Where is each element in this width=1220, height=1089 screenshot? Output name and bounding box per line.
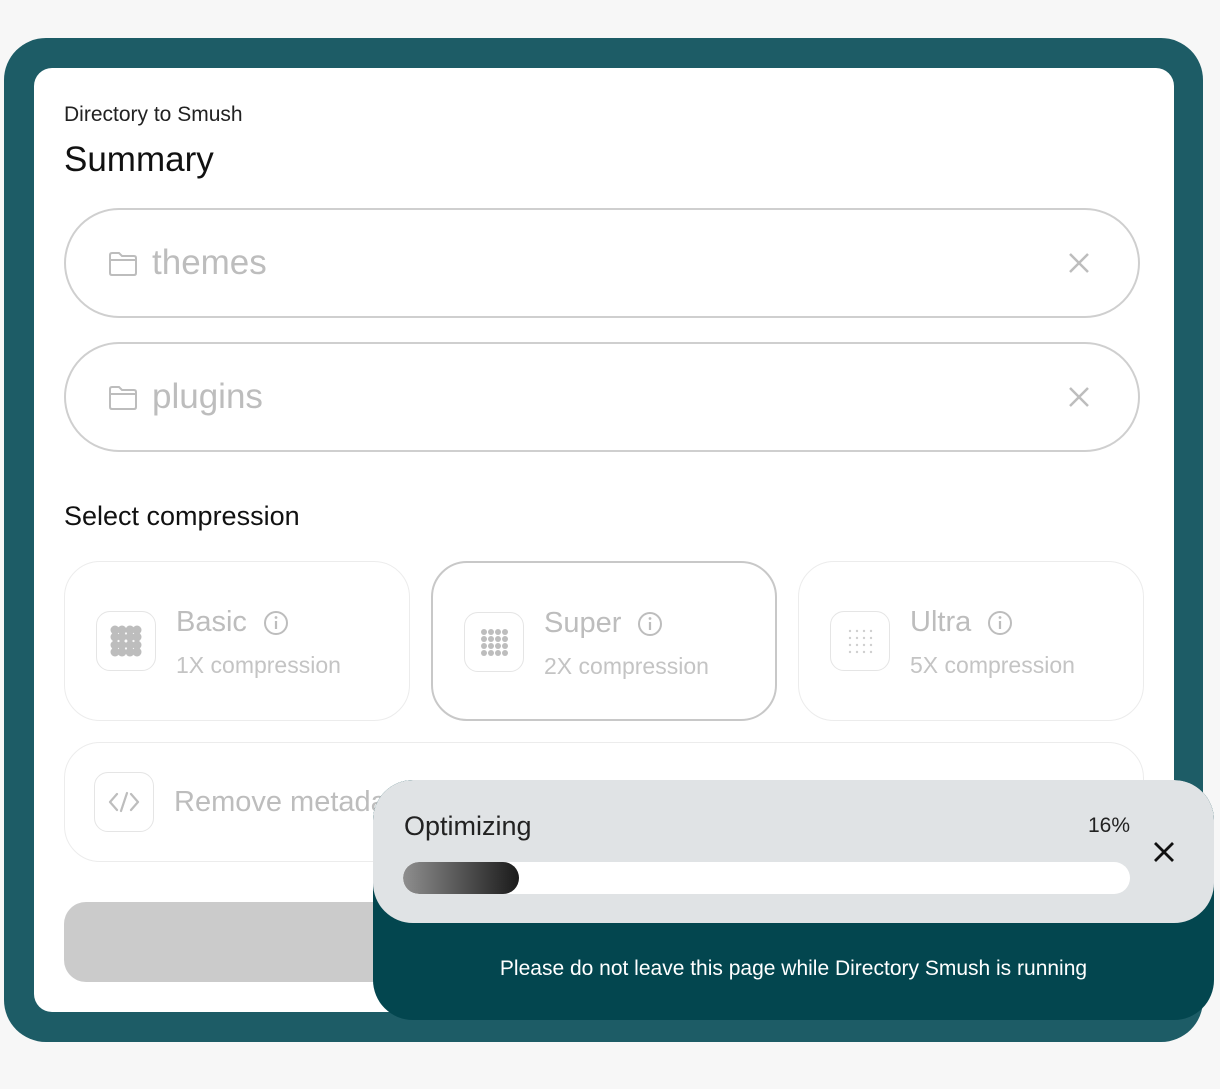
close-icon[interactable] bbox=[1066, 250, 1092, 276]
progress-toast: Optimizing 16% Please do not leave this … bbox=[373, 780, 1214, 1020]
compression-subtitle: 2X compression bbox=[544, 653, 709, 679]
compression-option-ultra[interactable]: Ultra 5X compression bbox=[798, 561, 1144, 721]
progress-fill bbox=[403, 862, 519, 894]
directory-row-themes: themes bbox=[64, 208, 1140, 318]
compression-subtitle: 5X compression bbox=[910, 652, 1075, 678]
close-icon[interactable] bbox=[1066, 384, 1092, 410]
code-icon bbox=[94, 772, 154, 832]
info-icon[interactable] bbox=[637, 611, 663, 637]
compression-subtitle: 1X compression bbox=[176, 652, 341, 678]
folder-icon bbox=[109, 252, 137, 276]
directory-row-plugins: plugins bbox=[64, 342, 1140, 452]
progress-percent: 16% bbox=[1087, 814, 1130, 837]
compression-option-basic[interactable]: Basic 1X compression bbox=[64, 561, 410, 721]
progress-status: Optimizing bbox=[404, 811, 532, 841]
progress-track bbox=[403, 862, 1130, 894]
close-icon[interactable] bbox=[1151, 839, 1177, 865]
progress-panel: Optimizing 16% bbox=[373, 780, 1214, 923]
info-icon[interactable] bbox=[987, 610, 1013, 636]
compression-section-label: Select compression bbox=[64, 501, 300, 531]
page-title: Summary bbox=[64, 140, 214, 179]
progress-warning-message: Please do not leave this page while Dire… bbox=[499, 957, 1088, 980]
folder-icon bbox=[109, 386, 137, 410]
directory-name: themes bbox=[152, 243, 267, 282]
card-eyebrow: Directory to Smush bbox=[64, 103, 243, 126]
grid-dense-icon bbox=[96, 611, 156, 671]
compression-name: Ultra bbox=[910, 606, 972, 638]
info-icon[interactable] bbox=[263, 610, 289, 636]
compression-option-super[interactable]: Super 2X compression bbox=[431, 561, 777, 721]
compression-name: Basic bbox=[176, 606, 247, 638]
grid-sparse-icon bbox=[830, 611, 890, 671]
compression-name: Super bbox=[544, 607, 622, 639]
directory-name: plugins bbox=[152, 377, 263, 416]
grid-dots-icon bbox=[464, 612, 524, 672]
